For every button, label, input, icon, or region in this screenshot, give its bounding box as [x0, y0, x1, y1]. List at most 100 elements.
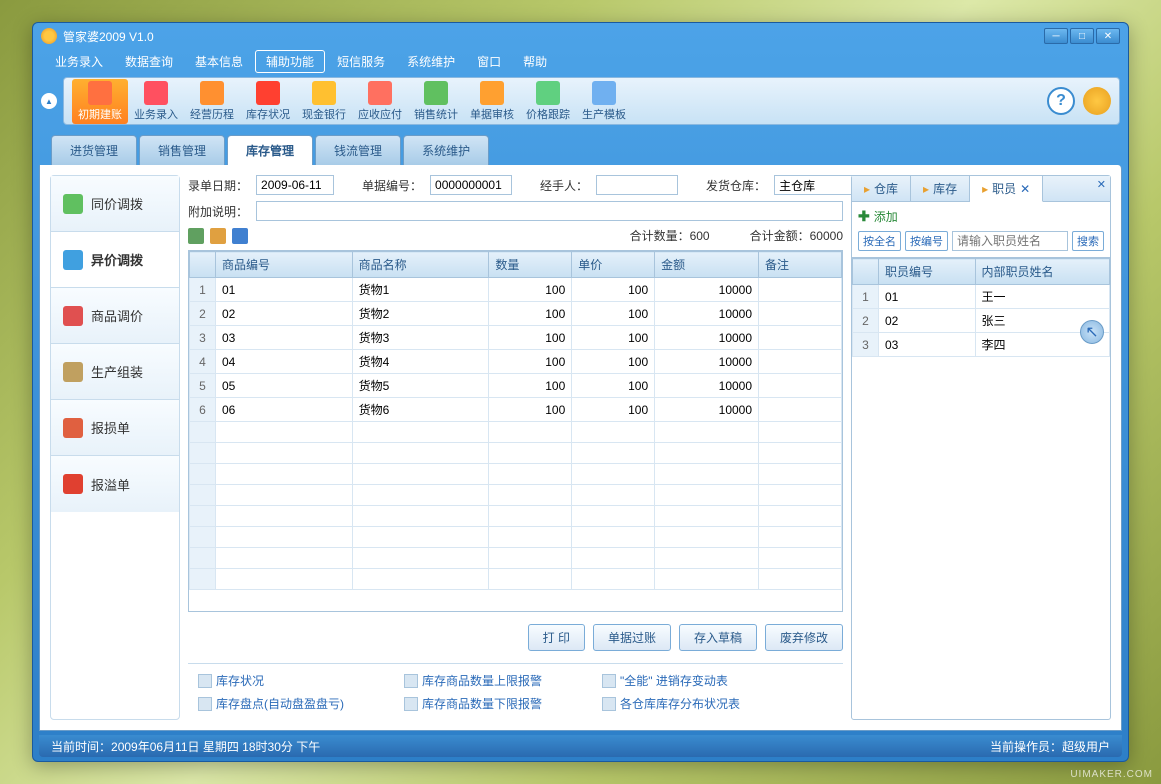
- right-panel: ✕ ▸仓库▸库存▸职员 ✕ ✚添加 按全名 按编号 搜索 职员编号内部职员姓名1…: [851, 175, 1111, 720]
- col-header[interactable]: 商品编号: [216, 252, 353, 278]
- col-header[interactable]: 数量: [489, 252, 572, 278]
- col-header[interactable]: 职员编号: [879, 259, 976, 285]
- table-row[interactable]: 404货物410010010000: [190, 350, 842, 374]
- table-row[interactable]: 202货物210010010000: [190, 302, 842, 326]
- table-row[interactable]: 101货物110010010000: [190, 278, 842, 302]
- sidenav-item-4[interactable]: 报损单: [51, 400, 179, 456]
- rp-tab-0[interactable]: ▸仓库: [852, 176, 911, 201]
- main-tab-1[interactable]: 销售管理: [139, 135, 225, 165]
- table-row[interactable]: [190, 443, 842, 464]
- draft-button[interactable]: 存入草稿: [679, 624, 757, 651]
- panel-close-icon[interactable]: ✕: [1097, 178, 1106, 191]
- col-header[interactable]: 单价: [572, 252, 655, 278]
- menu-item-0[interactable]: 业务录入: [45, 51, 113, 72]
- quick-link[interactable]: "全能" 进销存变动表: [602, 672, 740, 689]
- main-tab-2[interactable]: 库存管理: [227, 135, 313, 165]
- table-row[interactable]: 303货物310010010000: [190, 326, 842, 350]
- note-input[interactable]: [256, 201, 843, 221]
- tab-close-icon[interactable]: ✕: [1020, 182, 1030, 196]
- col-header[interactable]: 内部职员姓名: [975, 259, 1109, 285]
- tool-btn-2[interactable]: 经营历程: [184, 79, 240, 124]
- main-grid[interactable]: 商品编号商品名称数量单价金额备注101货物110010010000202货物21…: [188, 250, 843, 612]
- col-header[interactable]: [190, 252, 216, 278]
- sidenav-item-2[interactable]: 商品调价: [51, 288, 179, 344]
- mini-grid-icon[interactable]: [210, 228, 226, 244]
- filter-code-button[interactable]: 按编号: [905, 231, 948, 251]
- titlebar[interactable]: 管家婆2009 V1.0 ─ □ ✕: [33, 23, 1128, 49]
- employee-grid[interactable]: 职员编号内部职员姓名101王一202张三303李四 ↖: [852, 257, 1110, 719]
- menu-item-7[interactable]: 帮助: [513, 51, 557, 72]
- help-icon[interactable]: ?: [1047, 87, 1075, 115]
- minimize-button[interactable]: ─: [1044, 28, 1068, 44]
- date-label: 录单日期：: [188, 177, 248, 194]
- add-button[interactable]: ✚添加: [858, 208, 1104, 225]
- col-header[interactable]: 金额: [655, 252, 759, 278]
- tool-btn-8[interactable]: 价格跟踪: [520, 79, 576, 124]
- close-button[interactable]: ✕: [1096, 28, 1120, 44]
- quick-link[interactable]: 库存状况: [198, 672, 344, 689]
- tool-btn-6[interactable]: 销售统计: [408, 79, 464, 124]
- tool-btn-9[interactable]: 生产模板: [576, 79, 632, 124]
- col-header[interactable]: 商品名称: [352, 252, 489, 278]
- sidenav-item-0[interactable]: 同价调拨: [51, 176, 179, 232]
- rp-tab-1[interactable]: ▸库存: [911, 176, 970, 201]
- table-row[interactable]: [190, 569, 842, 590]
- quick-link[interactable]: 各仓库库存分布状况表: [602, 695, 740, 712]
- tool-btn-7[interactable]: 单据审核: [464, 79, 520, 124]
- menu-item-6[interactable]: 窗口: [467, 51, 511, 72]
- table-row[interactable]: [190, 485, 842, 506]
- mini-building-icon[interactable]: [188, 228, 204, 244]
- tool-icon: [536, 81, 560, 105]
- handler-input[interactable]: [596, 175, 678, 195]
- tool-btn-0[interactable]: 初期建账: [72, 79, 128, 124]
- mini-person-icon[interactable]: [232, 228, 248, 244]
- main-tab-0[interactable]: 进货管理: [51, 135, 137, 165]
- menu-item-2[interactable]: 基本信息: [185, 51, 253, 72]
- tool-btn-1[interactable]: 业务录入: [128, 79, 184, 124]
- date-input[interactable]: [256, 175, 334, 195]
- menu-item-4[interactable]: 短信服务: [327, 51, 395, 72]
- table-row[interactable]: 101王一: [853, 285, 1110, 309]
- employee-search-input[interactable]: [952, 231, 1068, 251]
- filter-fullname-button[interactable]: 按全名: [858, 231, 901, 251]
- menu-item-5[interactable]: 系统维护: [397, 51, 465, 72]
- tool-btn-3[interactable]: 库存状况: [240, 79, 296, 124]
- maximize-button[interactable]: □: [1070, 28, 1094, 44]
- docno-input[interactable]: [430, 175, 512, 195]
- quick-link[interactable]: 库存商品数量上限报警: [404, 672, 542, 689]
- scroll-up-arrow-icon[interactable]: ↖: [1080, 320, 1104, 344]
- feedback-icon[interactable]: [1083, 87, 1111, 115]
- quick-link[interactable]: 库存商品数量下限报警: [404, 695, 542, 712]
- main-tab-3[interactable]: 钱流管理: [315, 135, 401, 165]
- menu-item-1[interactable]: 数据查询: [115, 51, 183, 72]
- rp-tab-2[interactable]: ▸职员 ✕: [970, 176, 1043, 202]
- warehouse-input[interactable]: [774, 175, 856, 195]
- table-row[interactable]: 606货物610010010000: [190, 398, 842, 422]
- table-row[interactable]: [190, 506, 842, 527]
- col-header[interactable]: 备注: [759, 252, 842, 278]
- table-row[interactable]: [190, 422, 842, 443]
- table-row[interactable]: [190, 548, 842, 569]
- table-row[interactable]: 505货物510010010000: [190, 374, 842, 398]
- post-button[interactable]: 单据过账: [593, 624, 671, 651]
- print-button[interactable]: 打 印: [528, 624, 585, 651]
- tool-btn-4[interactable]: 现金银行: [296, 79, 352, 124]
- total-qty-label: 合计数量：: [630, 229, 690, 243]
- table-row[interactable]: [190, 527, 842, 548]
- warehouse-label: 发货仓库：: [706, 177, 766, 194]
- menu-item-3[interactable]: 辅助功能: [255, 50, 325, 73]
- discard-button[interactable]: 废弃修改: [765, 624, 843, 651]
- search-button[interactable]: 搜索: [1072, 231, 1104, 251]
- sidenav-item-5[interactable]: 报溢单: [51, 456, 179, 512]
- table-row[interactable]: [190, 464, 842, 485]
- table-row[interactable]: 202张三: [853, 309, 1110, 333]
- main-tab-4[interactable]: 系统维护: [403, 135, 489, 165]
- table-row[interactable]: 303李四: [853, 333, 1110, 357]
- tool-btn-5[interactable]: 应收应付: [352, 79, 408, 124]
- collapse-toolbar-icon[interactable]: ▲: [41, 93, 57, 109]
- col-header[interactable]: [853, 259, 879, 285]
- quick-link[interactable]: 库存盘点(自动盘盈盘亏): [198, 695, 344, 712]
- tool-icon: [592, 81, 616, 105]
- sidenav-item-3[interactable]: 生产组装: [51, 344, 179, 400]
- sidenav-item-1[interactable]: 异价调拨: [51, 232, 179, 288]
